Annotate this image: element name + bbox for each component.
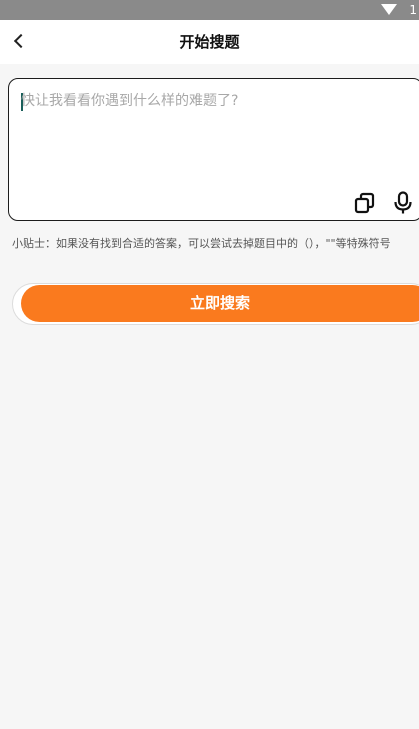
microphone-icon[interactable] [392, 191, 414, 215]
copy-icon[interactable] [354, 192, 376, 214]
navigation-bar: 开始搜题 [0, 20, 419, 64]
search-button-container: 立即搜索 [12, 283, 419, 325]
question-input[interactable] [21, 91, 401, 181]
search-input-card [8, 78, 419, 221]
search-now-button[interactable]: 立即搜索 [21, 285, 419, 322]
status-bar: 1 [0, 0, 419, 20]
wifi-icon [381, 4, 397, 15]
page-title: 开始搜题 [179, 33, 240, 51]
search-now-label: 立即搜索 [189, 294, 250, 312]
search-tip: 小贴士：如果没有找到合适的答案，可以尝试去掉题目中的（），""等特殊符号 [12, 237, 391, 250]
status-indicator-text: 1 [409, 3, 417, 17]
